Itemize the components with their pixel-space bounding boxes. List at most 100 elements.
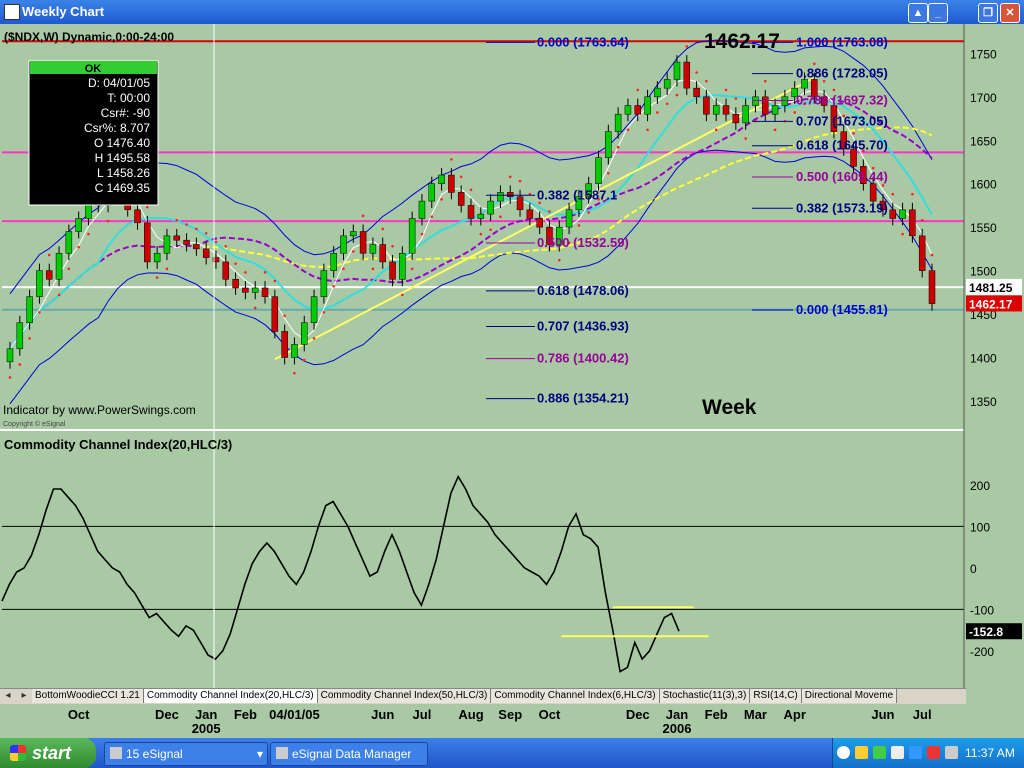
candle-body [399,252,406,280]
candle-body [251,287,259,293]
sar-dot [77,245,80,249]
cci-tick-label: 100 [970,520,990,534]
candle-body [26,296,33,323]
sar-dot [548,210,551,213]
tray-alert-icon[interactable] [927,746,940,759]
sar-dot [695,71,698,74]
cursor-data-line: D: 04/01/05 [88,76,150,90]
taskbar: start 15 eSignal ▾ eSignal Data Manager … [0,738,1024,768]
candle-body [928,270,936,304]
window-maximize-button[interactable]: ❐ [978,3,998,23]
cursor-data-line: Csr%: 8.707 [84,121,150,135]
candle-body [781,96,789,106]
x-tick-label: Jan [195,707,217,722]
sar-dot [450,158,453,161]
sar-dot [675,93,679,97]
candle-body [918,235,926,271]
candle-body [703,96,710,115]
sar-dot [391,244,394,248]
candle-body [889,209,897,219]
taskbar-item-data-manager[interactable]: eSignal Data Manager [270,742,428,766]
candle-body [771,105,779,115]
candle-body [869,183,877,202]
sar-dot [930,253,934,257]
candle-body [448,174,455,193]
tab-cci-50[interactable]: Commodity Channel Index(50,HLC/3) [317,689,492,703]
x-tick-label: Apr [783,707,805,722]
sar-dot [165,267,169,271]
tab-cci-20[interactable]: Commodity Channel Index(20,HLC/3) [143,689,318,703]
sar-dot [607,171,610,175]
cursor-ok-label: OK [85,63,102,75]
fib-right-label: 0.707 (1673.05) [796,113,888,128]
sar-dot [146,205,149,209]
candle-body [487,200,494,215]
candle-body [408,218,416,254]
sar-dot [714,128,718,132]
candle-body [428,183,436,202]
sar-dot [361,214,365,218]
sar-dot [920,218,924,222]
cci-title: Commodity Channel Index(20,HLC/3) [4,437,232,452]
tray-back-icon[interactable] [837,746,850,759]
taskbar-item-esignal[interactable]: 15 eSignal ▾ [104,742,268,766]
candle-body [36,270,43,297]
tray-shield-icon[interactable] [855,746,868,759]
sar-dot [440,198,443,201]
tab-stochastic[interactable]: Stochastic(11(3),3) [659,689,751,703]
tab-cci-6[interactable]: Commodity Channel Index(6,HLC/3) [491,689,660,703]
fib-right-label: 0.618 (1645.70) [796,138,888,153]
candle-body [183,239,190,245]
sar-dot [28,337,31,340]
fib-left-label: 0.000 (1763.64) [537,34,629,49]
fib-right-label: 0.886 (1728.05) [796,66,888,81]
fib-left-label: 0.886 (1354.21) [537,391,629,406]
indicator-credit[interactable]: Indicator by www.PowerSwings.com [3,403,196,417]
start-button[interactable]: start [0,738,96,768]
candle-body [153,252,161,263]
candle-body [163,235,171,254]
sar-dot [263,271,267,274]
fib-left-label: 0.500 (1532.59) [537,235,629,250]
candle-body [16,322,24,350]
tray-volume-icon[interactable] [945,746,958,759]
window-restore-up-button[interactable]: ▲ [908,3,928,23]
fib-right-label: 0.000 (1455.81) [796,302,888,317]
sar-dot [244,271,247,274]
fib-right-label: 1.000 (1763.08) [796,34,888,49]
candle-body [693,87,700,98]
candle-body [516,196,524,211]
candle-body [624,105,632,115]
sar-dot [8,376,12,379]
candle-body [762,96,769,115]
sar-dot [508,175,512,179]
tab-bottomwoodiecci[interactable]: BottomWoodieCCI 1.21 [32,689,144,703]
tab-directional-movement[interactable]: Directional Moveme [801,689,898,703]
tray-network-icon[interactable] [873,746,886,759]
candle-body [438,174,445,184]
candle-body [497,192,504,202]
sar-dot [57,293,61,297]
window-minimize-button[interactable]: _ [928,3,948,23]
window-close-button[interactable]: ✕ [1000,3,1020,23]
cci-pane[interactable] [1,474,964,673]
cursor-data-line: Csr#: -90 [101,106,151,120]
sar-dot [469,188,473,192]
tab-scroll-left-icon[interactable]: ◂ [0,690,16,701]
candle-body [222,261,230,280]
sar-dot [195,227,198,231]
tray-app-icon[interactable] [909,746,922,759]
sar-dot [616,145,620,149]
tray-monitor-icon[interactable] [891,746,904,759]
sar-dot [67,267,71,271]
tab-rsi[interactable]: RSI(14,C) [750,689,802,703]
price-value-label: 1462.17 [969,297,1013,311]
candle-body [134,209,141,224]
tab-scroll-right-icon[interactable]: ▸ [16,690,32,701]
candle-body [75,218,82,232]
group-arrow-icon: ▾ [256,747,263,761]
chart-area[interactable]: 0.000 (1763.64) 0.382 (1587.1 0.500 (1532.… [0,24,1024,738]
cci-tick-label: -200 [970,645,994,659]
cci-tick-label: 200 [970,479,990,493]
sar-dot [47,253,51,257]
